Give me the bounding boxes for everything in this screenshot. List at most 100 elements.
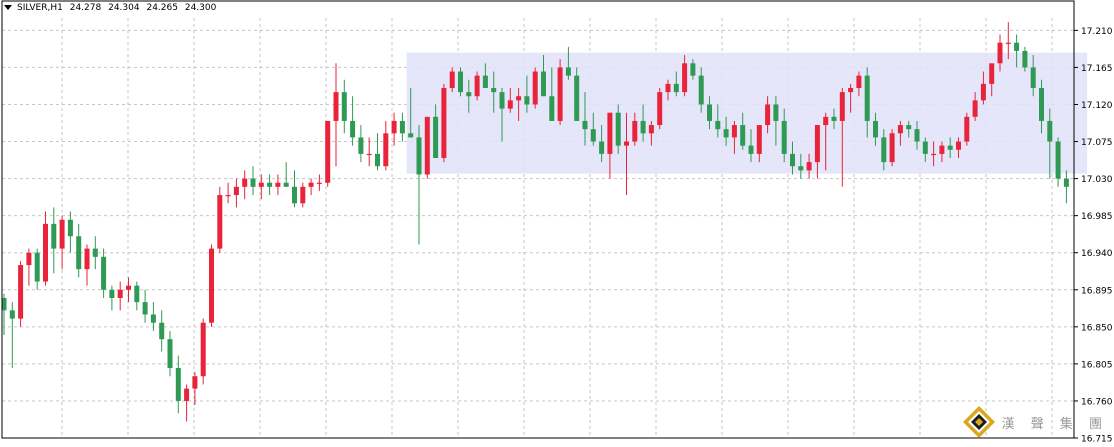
candle-body	[491, 88, 497, 93]
candle-body	[101, 256, 107, 290]
y-tick-label: 16.940	[1081, 249, 1113, 259]
candle-body	[109, 289, 115, 298]
y-tick-label: 17.075	[1081, 138, 1113, 148]
candle	[225, 182, 231, 204]
candle	[350, 96, 356, 146]
y-tick-label: 16.850	[1081, 323, 1113, 333]
candle-body	[134, 285, 140, 303]
candle	[1063, 170, 1069, 204]
candle	[399, 112, 405, 142]
candle	[9, 302, 15, 368]
candle	[117, 281, 123, 311]
candle-body	[682, 63, 688, 93]
candle	[192, 372, 198, 406]
candle-body	[383, 133, 389, 167]
candle-body	[325, 120, 331, 183]
candle-body	[441, 88, 447, 158]
candle	[964, 112, 970, 146]
candle-body	[823, 116, 829, 126]
y-tick-label: 17.165	[1081, 64, 1113, 74]
candle-body	[1047, 120, 1053, 142]
candle-body	[466, 92, 472, 97]
candle-body	[333, 92, 339, 121]
candle-body	[574, 75, 580, 121]
candle	[209, 244, 214, 327]
candle-body	[26, 252, 32, 266]
candle-body	[167, 339, 173, 368]
candle-body	[889, 133, 895, 163]
candle-body	[67, 219, 73, 237]
candle-body	[225, 195, 231, 197]
candle-body	[831, 116, 837, 121]
candle	[76, 223, 82, 278]
candle	[217, 186, 223, 253]
candle-body	[184, 388, 190, 401]
dropdown-triangle-icon[interactable]	[4, 5, 12, 10]
candle	[557, 59, 563, 126]
symbol-label: SILVER,H1	[17, 3, 63, 13]
y-tick-label: 17.210	[1081, 27, 1113, 37]
candle	[333, 63, 339, 167]
candle-body	[765, 104, 771, 126]
candle	[1055, 137, 1061, 187]
candle	[474, 71, 480, 101]
candle-body	[399, 120, 405, 134]
candle	[532, 67, 538, 109]
candle	[184, 384, 190, 422]
candle-body	[300, 186, 306, 204]
candle-body	[980, 83, 986, 101]
candle-body	[516, 96, 522, 101]
candle	[242, 170, 248, 200]
candle-body	[806, 162, 812, 171]
candle-body	[665, 83, 671, 93]
candle	[267, 174, 273, 196]
candle-body	[84, 248, 90, 270]
candle-body	[308, 182, 314, 187]
candle	[316, 174, 322, 191]
candle-body	[914, 129, 920, 142]
candle-body	[1055, 141, 1061, 179]
y-tick-label: 17.120	[1081, 101, 1113, 111]
candle-body	[532, 71, 538, 105]
candle	[458, 67, 463, 97]
candle-body	[690, 63, 696, 76]
candle-body	[632, 120, 638, 142]
candle-body	[756, 125, 762, 154]
candle-body	[740, 125, 746, 146]
y-tick-label: 16.895	[1081, 286, 1113, 296]
candle	[126, 277, 131, 303]
candle-body	[657, 92, 663, 126]
candle-body	[250, 178, 256, 187]
candle-body	[972, 100, 978, 117]
candle	[250, 166, 256, 196]
candle	[416, 125, 422, 245]
candle	[657, 88, 663, 130]
candle-body	[18, 265, 24, 319]
candle-body	[175, 368, 181, 401]
consolidation-zone	[406, 52, 1088, 174]
candle-body	[590, 129, 596, 142]
candle-body	[673, 83, 679, 93]
candle-body	[391, 120, 397, 134]
candle-body	[748, 145, 754, 154]
candle-body	[350, 120, 356, 138]
candle	[26, 248, 32, 286]
candle	[308, 178, 314, 196]
candle	[84, 244, 90, 286]
candle-body	[233, 186, 239, 196]
candle-body	[723, 129, 729, 138]
candle	[142, 289, 148, 323]
candle	[424, 116, 430, 179]
candle	[889, 129, 895, 167]
candle	[325, 120, 331, 187]
candle-body	[1022, 50, 1028, 68]
candle-body	[615, 112, 621, 146]
candle-body	[433, 116, 439, 158]
candle	[200, 318, 206, 385]
candle-body	[275, 182, 281, 187]
candle-body	[416, 137, 422, 175]
candle-body	[242, 178, 248, 187]
candle-body	[798, 166, 804, 171]
candle-body	[200, 322, 206, 377]
candle-body	[715, 120, 721, 130]
